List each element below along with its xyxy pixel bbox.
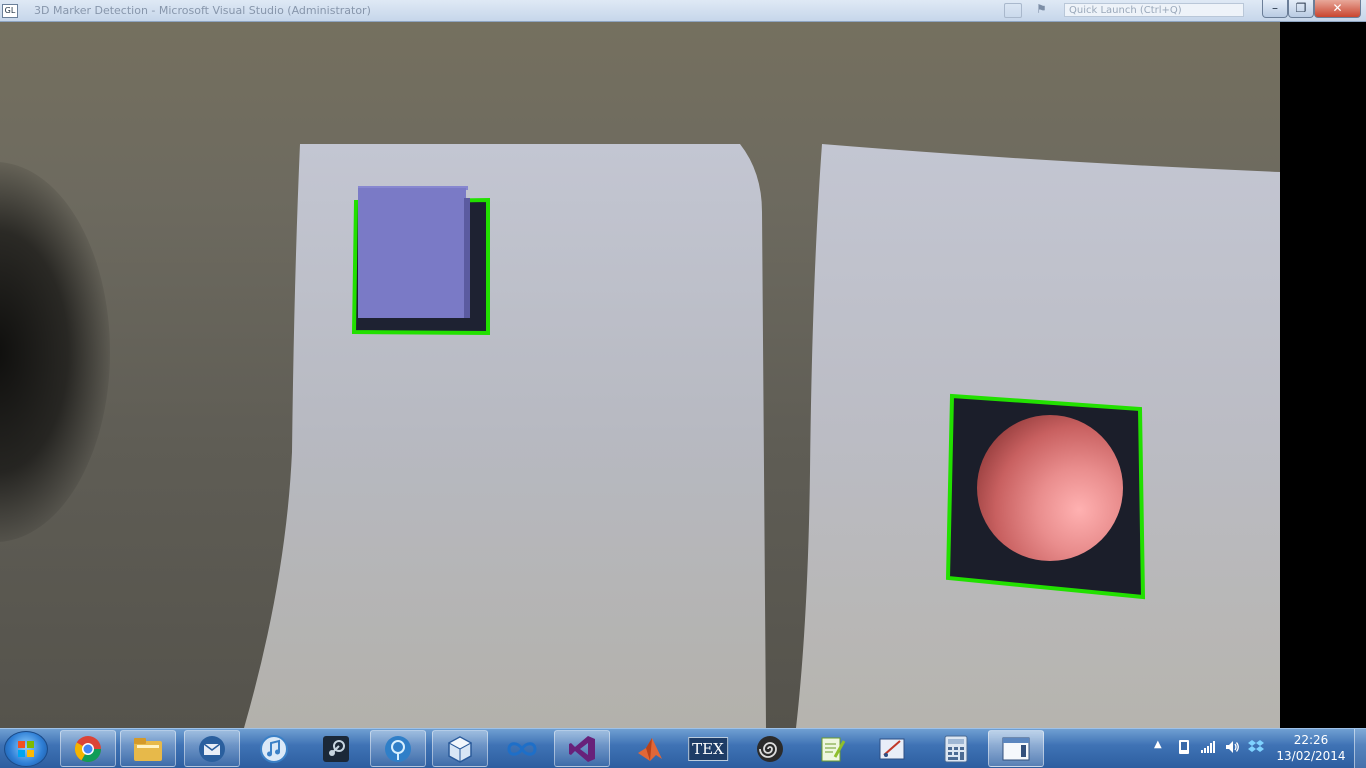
folder-icon [134, 737, 162, 761]
viewport-margin [1280, 22, 1366, 728]
clock-date: 13/02/2014 [1276, 749, 1346, 763]
taskbar-running-app[interactable] [988, 730, 1044, 767]
steam-icon [323, 735, 349, 762]
dropbox-icon[interactable] [1248, 739, 1264, 755]
virtual-sphere [977, 415, 1123, 561]
taskbar-notepad-plus[interactable] [804, 730, 860, 767]
taskbar-sourcetree[interactable] [370, 730, 426, 767]
window-title: 3D Marker Detection - Microsoft Visual S… [34, 4, 371, 17]
close-button[interactable]: ✕ [1314, 0, 1361, 18]
taskbar-visual-studio[interactable] [554, 730, 610, 767]
notification-icon[interactable] [1004, 3, 1022, 18]
minimize-button[interactable]: – [1262, 0, 1288, 18]
taskbar-steam[interactable] [308, 730, 364, 767]
mail-icon [199, 735, 225, 762]
taskbar-matlab[interactable] [622, 730, 678, 767]
quick-launch-input[interactable]: Quick Launch (Ctrl+Q) [1064, 3, 1244, 17]
system-clock[interactable]: 22:26 13/02/2014 [1272, 732, 1350, 764]
window-title-bar[interactable]: GL 3D Marker Detection - Microsoft Visua… [0, 0, 1366, 22]
volume-icon[interactable] [1224, 739, 1240, 755]
taskbar-virtualbox[interactable] [432, 730, 488, 767]
chrome-icon [74, 735, 102, 762]
visual-studio-icon [569, 735, 595, 762]
clock-time: 22:26 [1293, 733, 1329, 747]
taskbar-obs[interactable] [742, 730, 798, 767]
spiral-icon [757, 735, 783, 762]
infinity-icon [507, 741, 537, 756]
calculator-icon [944, 735, 968, 762]
windows-start-icon [18, 741, 34, 757]
paper-sheet-left [244, 144, 766, 728]
desktop-screen: GL 3D Marker Detection - Microsoft Visua… [0, 0, 1366, 768]
music-icon [260, 734, 288, 763]
show-desktop-button[interactable] [1354, 729, 1366, 768]
feedback-icon[interactable]: ⚑ [1036, 2, 1047, 16]
cube-icon [447, 735, 473, 763]
tree-icon [385, 735, 411, 762]
tex-icon: TEX [688, 736, 728, 761]
taskbar: TEX ▲ 22:26 13/02/2014 [0, 728, 1366, 768]
maximize-button[interactable]: ❐ [1288, 0, 1314, 18]
notepad-icon [821, 737, 846, 761]
signal-icon[interactable] [1200, 739, 1216, 755]
show-hidden-icons-button[interactable]: ▲ [1154, 739, 1162, 750]
taskbar-snipping-tool[interactable] [864, 730, 920, 767]
matlab-icon [638, 737, 662, 761]
camera-viewport [0, 22, 1280, 728]
virtual-cube [358, 188, 466, 318]
taskbar-itunes[interactable] [246, 730, 302, 767]
window-icon [1002, 737, 1030, 760]
taskbar-texmaker[interactable]: TEX [680, 730, 736, 767]
app-icon: GL [2, 4, 18, 18]
taskbar-thunderbird[interactable] [184, 730, 240, 767]
taskbar-explorer[interactable] [120, 730, 176, 767]
taskbar-arduino[interactable] [494, 730, 550, 767]
taskbar-chrome[interactable] [60, 730, 116, 767]
start-button[interactable] [4, 731, 48, 767]
taskbar-calculator[interactable] [928, 730, 984, 767]
phone-icon[interactable] [1176, 739, 1192, 755]
virtual-cube-side [464, 198, 470, 318]
scene-svg [244, 144, 1280, 728]
snipping-icon [879, 738, 905, 759]
